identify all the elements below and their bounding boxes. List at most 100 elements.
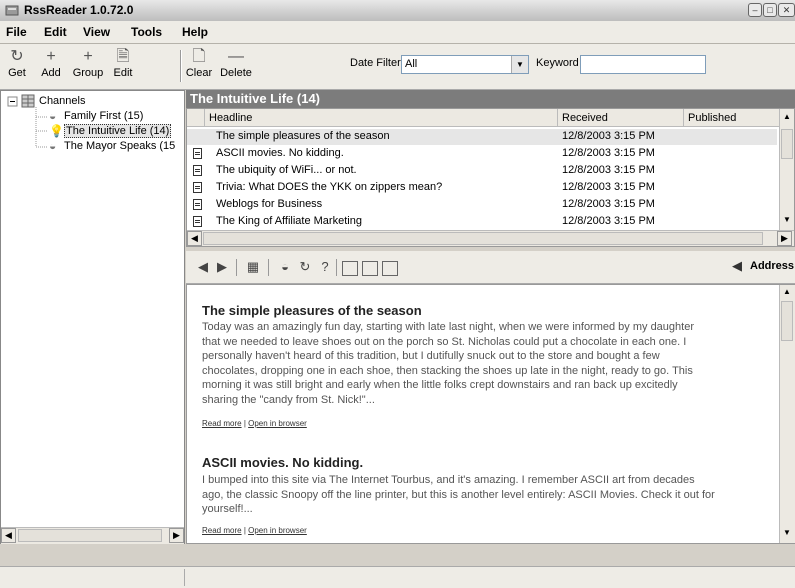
row-headline: ASCII movies. No kidding. [216,147,344,159]
keyword-input[interactable] [580,55,706,74]
channel-tree: Channels ◒ Family First (15) 💡 The Intui… [0,90,185,544]
minus-icon: — [228,48,244,65]
scroll-left-icon[interactable]: ◀ [187,231,202,246]
window-title: RssReader 1.0.72.0 [24,3,134,17]
article-line: chocolates, dropping one in each shoe, t… [202,364,693,377]
article-links: Read more | Open in browser [202,526,307,535]
keyword-label: Keyword [536,57,579,69]
document-icon [193,148,202,159]
article-line: sharing the "candy from St. Nick!"... [202,393,375,406]
menu-edit[interactable]: Edit [44,25,67,39]
scroll-thumb[interactable] [18,529,162,542]
list-row[interactable]: The King of Affiliate Marketing 12/8/200… [187,214,777,230]
scroll-thumb[interactable] [781,301,793,341]
headline-list: Headline Received Published The simple p… [186,108,795,247]
scroll-right-icon[interactable]: ▶ [777,231,792,246]
date-filter-label: Date Filter [350,57,401,69]
read-more-link[interactable]: Read more [202,526,242,535]
rss-feed-icon: ◒ [49,139,57,153]
list-row[interactable]: ASCII movies. No kidding. 12/8/2003 3:15… [187,146,777,162]
list-row[interactable]: Weblogs for Business 12/8/2003 3:15 PM [187,197,777,213]
document-icon [193,199,202,210]
toolbar: ↻ Get + Add + Group 🗎 Edit 🗋 Clear — Delete Da… [0,44,795,90]
help-icon[interactable]: ? [316,259,334,275]
address-arrow-icon: ◀ [732,258,742,273]
article-line: yourself!... [202,503,253,515]
delete-button[interactable]: — Delete [218,47,254,85]
row-headline: Trivia: What DOES the YKK on zippers mea… [216,181,443,193]
article-links: Read more | Open in browser [202,419,307,428]
article-line: ago, the classic Snoopy off the line pri… [202,488,715,501]
column-headline[interactable]: Headline [205,109,558,127]
refresh-icon[interactable]: ↻ [296,259,314,275]
list-vertical-scrollbar[interactable]: ▲ ▼ [779,109,794,230]
scroll-thumb[interactable] [203,232,763,245]
row-headline: The King of Affiliate Marketing [216,215,362,227]
close-button[interactable]: ✕ [778,3,795,17]
chevron-down-icon[interactable]: ▼ [511,56,528,73]
date-filter-select[interactable]: All ▼ [401,55,529,74]
article-title: The simple pleasures of the season [202,303,422,318]
scroll-down-icon[interactable]: ▼ [783,528,791,537]
menu-help[interactable]: Help [182,25,208,39]
list-row[interactable]: The simple pleasures of the season 12/8/… [187,129,777,145]
content-vertical-scrollbar[interactable]: ▲ ▼ [779,285,795,543]
article-title: ASCII movies. No kidding. [202,455,364,470]
scroll-right-icon[interactable]: ▶ [169,528,184,543]
document-icon [193,216,202,227]
rss-feed-icon: ◒ [49,109,57,123]
edit-doc-icon: 🗎 [116,48,130,65]
clear-icon: 🗋 [192,48,206,65]
scroll-thumb[interactable] [781,129,793,159]
tree-horizontal-scrollbar[interactable]: ◀ ▶ [1,527,184,544]
row-received: 12/8/2003 3:15 PM [562,164,655,176]
article-line: that we needed to leave shoes out on the… [202,335,687,348]
row-received: 12/8/2003 3:15 PM [562,198,655,210]
edit-button[interactable]: 🗎 Edit [108,47,138,85]
row-received: 12/8/2003 3:15 PM [562,147,655,159]
link-separator: | [243,526,246,535]
forward-icon[interactable]: ▶ [213,259,231,275]
status-bar [0,566,795,588]
column-icon[interactable] [187,109,205,127]
add-button[interactable]: + Add [36,47,66,85]
layout-single-icon[interactable] [362,261,378,276]
view-source-icon[interactable]: ▦ [244,259,262,275]
scroll-down-icon[interactable]: ▼ [783,215,791,224]
list-horizontal-scrollbar[interactable]: ◀ ▶ [187,230,794,246]
back-icon[interactable]: ◀ [194,259,212,275]
minimize-button[interactable]: – [748,3,762,17]
clear-button[interactable]: 🗋 Clear [184,47,214,85]
layout-left-icon[interactable] [342,261,358,276]
get-icon: ↻ [10,48,24,65]
plus-icon: + [46,48,56,65]
link-separator: | [243,419,246,428]
maximize-button[interactable]: □ [763,3,777,17]
layout-bottom-icon[interactable] [382,261,398,276]
menu-bar: File Edit View Tools Help [0,21,795,44]
scroll-up-icon[interactable]: ▲ [783,287,791,296]
tree-item-intuitive-life[interactable]: The Intuitive Life (14) [64,124,172,138]
menu-view[interactable]: View [83,25,110,39]
list-row[interactable]: Trivia: What DOES the YKK on zippers mea… [187,180,777,196]
list-row[interactable]: The ubiquity of WiFi... or not. 12/8/200… [187,163,777,179]
get-button[interactable]: ↻ Get [2,47,32,85]
open-in-browser-link[interactable]: Open in browser [248,526,307,535]
feed-icon[interactable]: ◒ [276,259,294,275]
open-in-browser-link[interactable]: Open in browser [248,419,307,428]
menu-file[interactable]: File [6,25,27,39]
menu-tools[interactable]: Tools [131,25,162,39]
row-received: 12/8/2003 3:15 PM [562,181,655,193]
tree-item-mayor-speaks[interactable]: The Mayor Speaks (15 [64,140,175,152]
column-received[interactable]: Received [558,109,684,127]
tree-item-family-first[interactable]: Family First (15) [64,110,143,122]
scroll-left-icon[interactable]: ◀ [1,528,16,543]
browser-toolbar: ◀ ▶ ▦ ◒ ↻ ? ◀ Address: [186,251,795,284]
tree-root-channels[interactable]: Channels [39,95,85,107]
column-published[interactable]: Published [684,109,780,127]
address-label: Address: [750,260,795,272]
group-button[interactable]: + Group [70,47,106,85]
read-more-link[interactable]: Read more [202,419,242,428]
scroll-up-icon[interactable]: ▲ [783,112,791,121]
row-headline: The simple pleasures of the season [216,130,390,142]
